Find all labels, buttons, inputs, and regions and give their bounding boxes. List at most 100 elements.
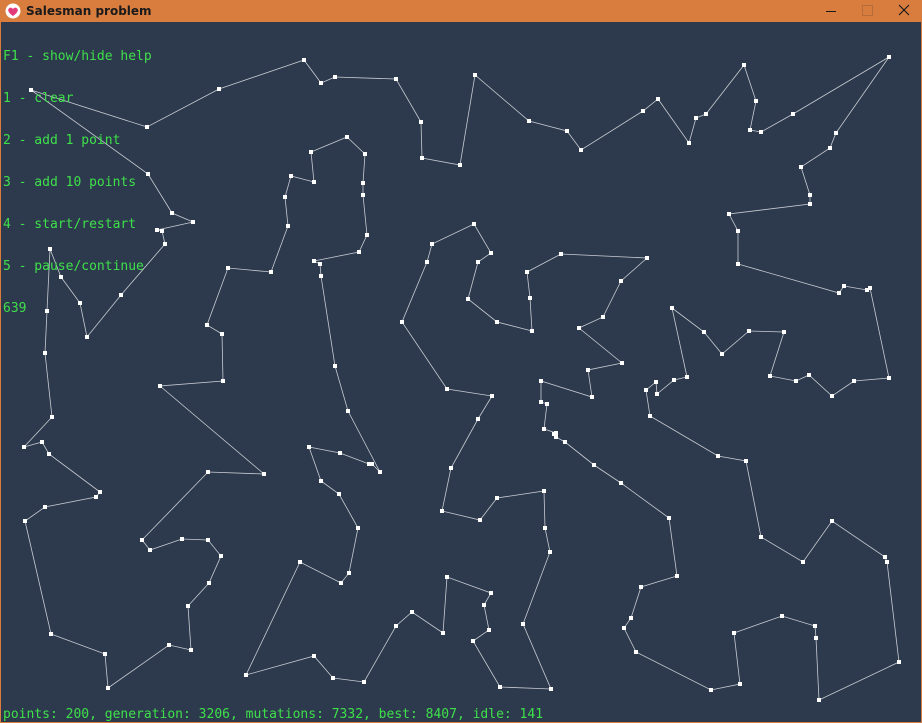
city-point: [148, 548, 152, 552]
close-button[interactable]: [886, 0, 922, 22]
city-point: [622, 626, 626, 630]
city-point: [814, 636, 818, 640]
city-point: [801, 560, 805, 564]
city-point: [410, 610, 414, 614]
maximize-button[interactable]: [849, 0, 885, 22]
city-point: [782, 330, 786, 334]
city-point: [158, 384, 162, 388]
city-point: [868, 286, 872, 290]
window-title: Salesman problem: [26, 4, 152, 18]
city-point: [163, 242, 167, 246]
city-point: [645, 256, 649, 260]
city-point: [897, 660, 901, 664]
maximize-icon: [862, 5, 873, 16]
city-point: [106, 686, 110, 690]
city-point: [362, 680, 366, 684]
city-point: [170, 211, 174, 215]
city-point: [23, 519, 27, 523]
city-point: [206, 470, 210, 474]
city-point: [736, 229, 740, 233]
city-point: [338, 451, 342, 455]
city-point: [548, 550, 552, 554]
city-point: [333, 75, 337, 79]
city-point: [842, 284, 846, 288]
city-point: [641, 109, 645, 113]
city-point: [747, 329, 751, 333]
city-point: [482, 603, 486, 607]
city-point: [543, 526, 547, 530]
city-point: [586, 368, 590, 372]
city-point: [356, 526, 360, 530]
city-point: [319, 274, 323, 278]
city-point: [206, 538, 210, 542]
minimize-button[interactable]: [813, 0, 849, 22]
city-point: [244, 673, 248, 677]
city-point: [885, 560, 889, 564]
city-point: [654, 380, 658, 384]
city-point: [559, 252, 563, 256]
city-point: [394, 77, 398, 81]
city-point: [521, 622, 525, 626]
city-point: [545, 402, 549, 406]
city-point: [286, 224, 290, 228]
city-point: [490, 394, 494, 398]
city-point: [441, 631, 445, 635]
city-point: [346, 409, 350, 413]
city-point: [887, 376, 891, 380]
city-point: [476, 260, 480, 264]
city-point: [495, 320, 499, 324]
city-point: [298, 560, 302, 564]
help-line-f1: F1 - show/hide help: [3, 49, 152, 64]
city-point: [478, 518, 482, 522]
city-point: [103, 652, 107, 656]
city-point: [400, 320, 404, 324]
city-point: [219, 554, 223, 558]
city-point: [807, 373, 811, 377]
app-heart-icon: [5, 3, 21, 19]
city-point: [394, 624, 398, 628]
city-point: [445, 387, 449, 391]
city-point: [759, 130, 763, 134]
tour-path: [22, 56, 900, 701]
city-point: [283, 195, 287, 199]
city-point: [716, 454, 720, 458]
city-point: [539, 400, 543, 404]
city-point: [357, 250, 361, 254]
city-point: [471, 639, 475, 643]
city-point: [667, 516, 671, 520]
city-point: [592, 463, 596, 467]
city-point: [709, 688, 713, 692]
city-point: [883, 555, 887, 559]
city-point: [744, 459, 748, 463]
city-point: [318, 262, 322, 266]
city-point: [577, 326, 581, 330]
city-point: [50, 415, 54, 419]
help-line-add-1: 2 - add 1 point: [3, 133, 121, 148]
city-point: [813, 624, 817, 628]
help-line-clear: 1 - clear: [3, 91, 74, 106]
city-point: [419, 120, 423, 124]
city-point: [319, 479, 323, 483]
city-point: [619, 279, 623, 283]
city-point: [648, 414, 652, 418]
city-point: [601, 315, 605, 319]
city-point: [312, 654, 316, 658]
city-point: [217, 87, 221, 91]
city-point: [694, 116, 698, 120]
city-point: [495, 496, 499, 500]
city-point: [644, 388, 648, 392]
city-point: [466, 297, 470, 301]
city-point: [817, 698, 821, 702]
city-point: [738, 682, 742, 686]
city-point: [94, 495, 98, 499]
city-point: [361, 193, 365, 197]
city-point: [887, 55, 891, 59]
city-point: [160, 229, 164, 233]
city-point: [43, 505, 47, 509]
title-bar[interactable]: Salesman problem: [1, 0, 922, 22]
city-point: [302, 58, 306, 62]
city-point: [852, 379, 856, 383]
city-point: [629, 616, 633, 620]
city-point: [333, 364, 337, 368]
city-point: [269, 270, 273, 274]
